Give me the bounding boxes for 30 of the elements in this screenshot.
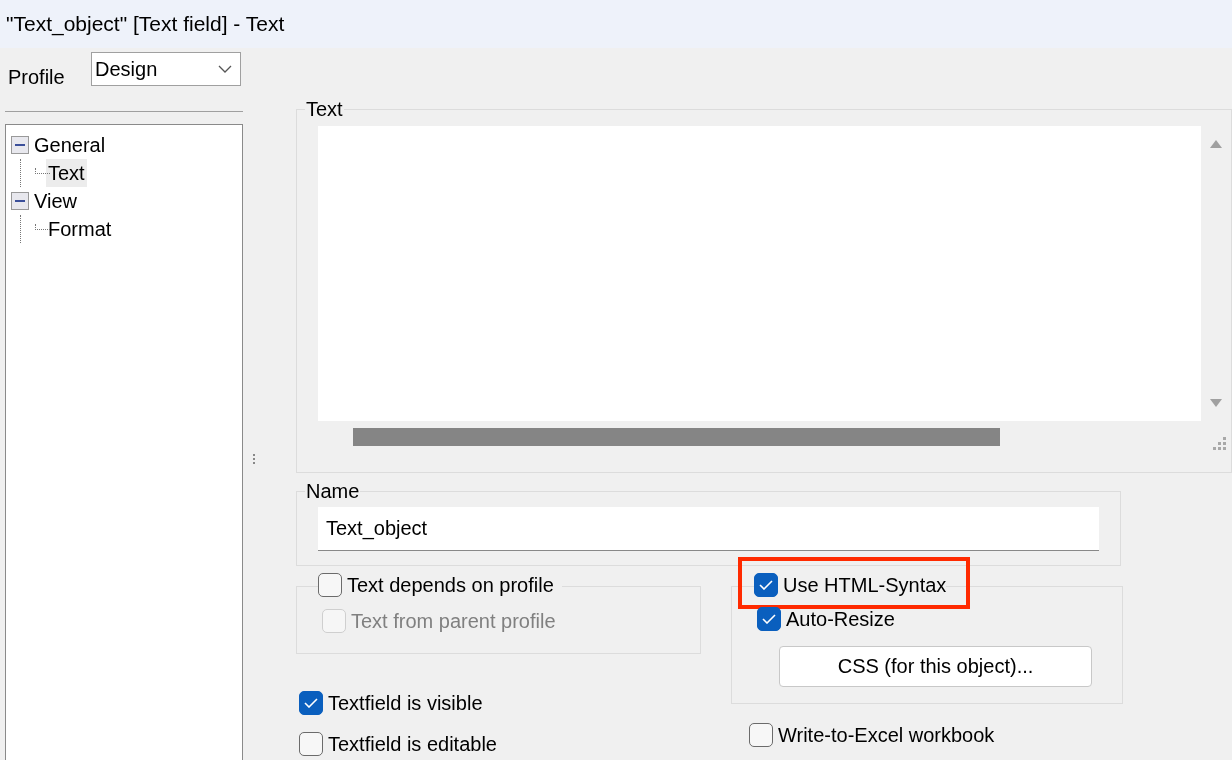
check-icon <box>304 698 318 708</box>
checkbox-label[interactable]: Textfield is visible <box>328 691 483 715</box>
checkbox[interactable] <box>299 691 323 715</box>
window-title: "Text_object" [Text field] - Text <box>6 12 285 36</box>
check-icon <box>759 580 773 590</box>
tree-item[interactable]: Format <box>46 215 114 243</box>
horizontal-scrollbar-thumb[interactable] <box>353 428 1000 446</box>
chevron-down-icon <box>218 65 232 73</box>
checkbox-label[interactable]: Auto-Resize <box>786 607 895 631</box>
profile-label: Profile <box>8 65 66 89</box>
checkbox-label[interactable]: Write-to-Excel workbook <box>778 723 995 747</box>
splitter-grip-icon[interactable] <box>252 454 255 465</box>
checkbox-label[interactable]: Use HTML-Syntax <box>783 573 947 597</box>
checkbox[interactable] <box>754 573 778 597</box>
tree-item[interactable]: View <box>32 187 79 215</box>
profile-dropdown[interactable]: Design <box>91 52 241 86</box>
checkbox-label[interactable]: Text depends on profile <box>347 573 554 597</box>
collapse-icon[interactable] <box>11 136 29 154</box>
checkbox[interactable] <box>299 732 323 756</box>
checkbox[interactable] <box>318 573 342 597</box>
tree-item[interactable]: General <box>32 131 108 159</box>
tree-item[interactable]: Text <box>46 159 87 187</box>
collapse-icon[interactable] <box>11 192 29 210</box>
check-icon <box>762 614 776 624</box>
name-input-field[interactable]: Text_object <box>318 507 1099 551</box>
resize-grip-icon[interactable] <box>1213 437 1227 451</box>
css-button[interactable]: CSS (for this object)... <box>779 646 1092 687</box>
checkbox-label[interactable]: Textfield is editable <box>328 732 497 756</box>
checkbox[interactable] <box>749 723 773 747</box>
checkbox[interactable] <box>757 607 781 631</box>
